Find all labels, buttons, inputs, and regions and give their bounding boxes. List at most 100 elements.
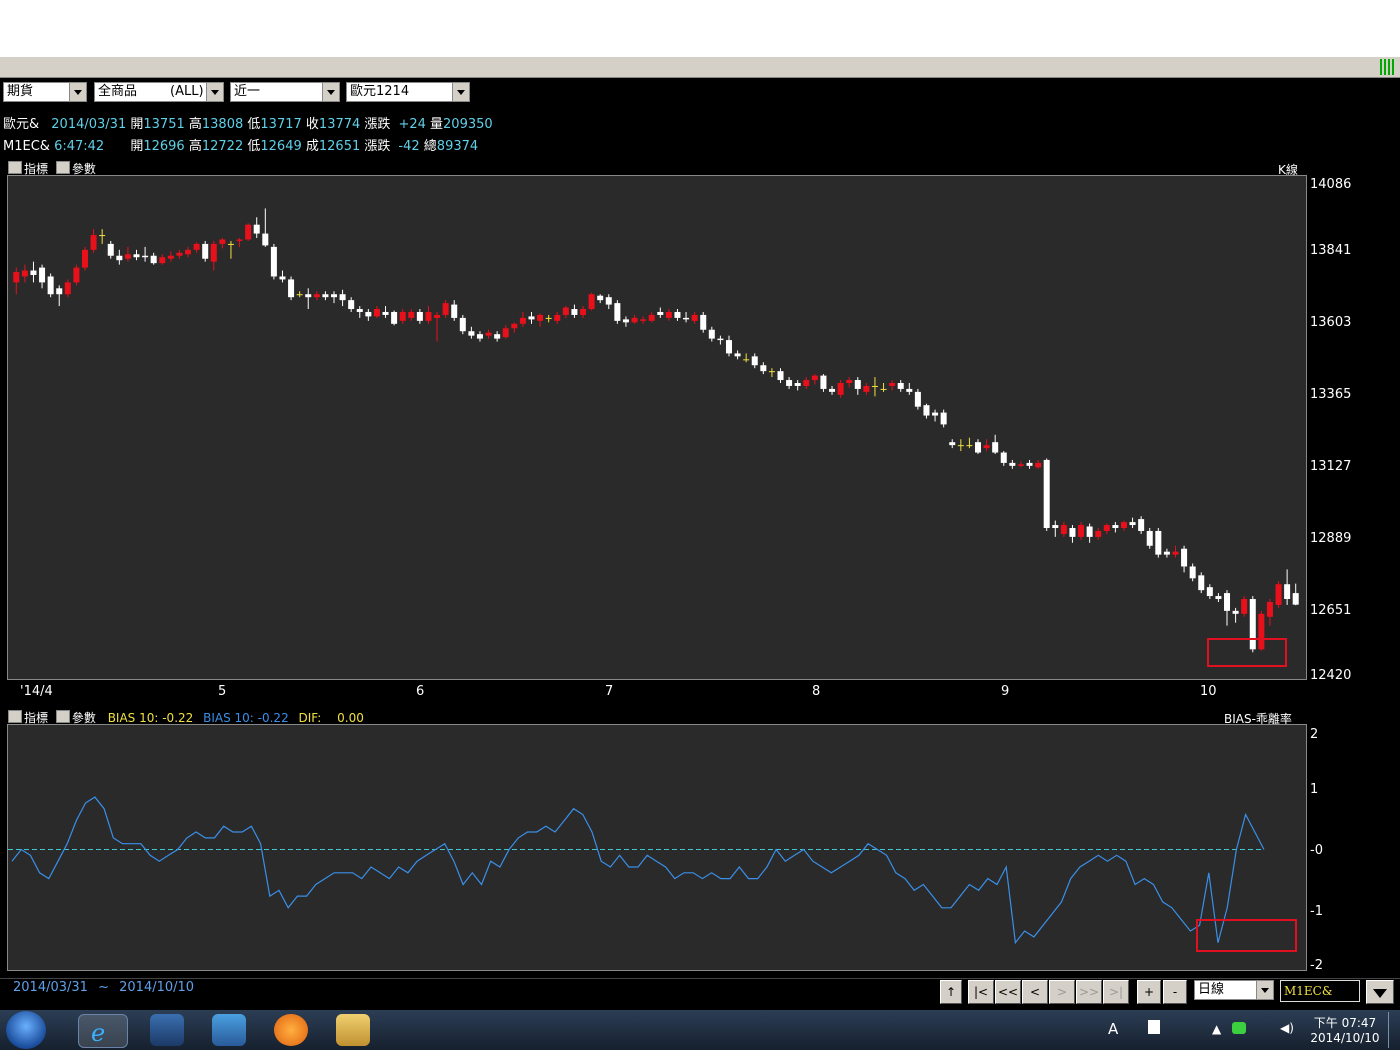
candle-body: [631, 317, 638, 323]
quote2-high-label: 高: [188, 139, 202, 154]
candle-body: [476, 334, 483, 339]
candle-body: [227, 243, 234, 245]
down-arrow-icon[interactable]: [55, 710, 70, 723]
tray-clock[interactable]: 下午 07:47 2014/10/10: [1310, 1014, 1380, 1045]
chevron-down-icon[interactable]: [452, 83, 469, 101]
candle-body: [932, 412, 939, 416]
candle-body: [1163, 551, 1170, 555]
candle-body: [90, 235, 97, 250]
candle-body: [1224, 593, 1231, 611]
back-button[interactable]: <: [1022, 980, 1048, 1004]
contract-select[interactable]: 歐元1214: [346, 82, 470, 102]
grip-icon[interactable]: [1380, 59, 1396, 75]
quote2-open: 12696: [143, 139, 185, 154]
fast-forward-button[interactable]: >>: [1076, 980, 1102, 1004]
candlestick-panel[interactable]: [7, 175, 1307, 680]
candle-body: [330, 294, 338, 298]
status-bar: [0, 978, 1400, 1009]
candle-body: [786, 380, 793, 386]
quote1-open-label: 開: [130, 117, 144, 132]
market-type-select[interactable]: 期貨: [3, 82, 87, 102]
bias-panel[interactable]: [7, 724, 1307, 971]
candle-body: [1284, 584, 1291, 600]
candle-body: [185, 249, 192, 255]
zoom-out-button[interactable]: -: [1163, 980, 1187, 1004]
quote1-name: 歐元&: [3, 117, 40, 132]
candle-body: [1146, 530, 1153, 546]
first-page-button[interactable]: |<: [968, 980, 994, 1004]
candle-body: [124, 254, 131, 259]
candle-body: [957, 445, 964, 447]
browser-icon[interactable]: e: [78, 1014, 128, 1048]
dif-legend-value: 0.00: [337, 711, 364, 725]
candle-body: [373, 309, 380, 317]
chevron-down-icon[interactable]: [69, 83, 86, 101]
quote2-time: 6:47:42: [54, 139, 105, 154]
tray-expand-icon[interactable]: ▲: [1212, 1022, 1221, 1036]
chevron-down-icon[interactable]: [322, 83, 339, 101]
bias-legend-1: BIAS 10: -0.22: [107, 711, 194, 725]
main-param-tab[interactable]: 參數: [72, 162, 96, 176]
scroll-top-button[interactable]: ↑: [940, 980, 962, 1004]
app-icon[interactable]: [212, 1014, 246, 1046]
forward-button[interactable]: >: [1049, 980, 1075, 1004]
candle-body: [1086, 526, 1093, 537]
up-arrow-icon[interactable]: [8, 161, 22, 174]
dropdown-button[interactable]: [1366, 980, 1394, 1004]
quote1-open: 13751: [143, 117, 185, 132]
quote1-low: 13717: [260, 117, 302, 132]
fast-back-button[interactable]: <<: [995, 980, 1021, 1004]
x-tick-label: '14/4: [20, 684, 53, 699]
start-icon[interactable]: [6, 1011, 46, 1049]
candle-body: [1241, 599, 1248, 614]
date-range-separator: ~: [98, 980, 109, 995]
candle-body: [597, 295, 604, 301]
period-select[interactable]: 日線: [1194, 980, 1274, 1000]
candle-body: [339, 294, 346, 301]
candle-body: [897, 383, 904, 389]
volume-icon[interactable]: ◀): [1280, 1021, 1294, 1035]
zoom-in-button[interactable]: +: [1137, 980, 1161, 1004]
x-tick-label: 7: [605, 684, 614, 699]
candle-body: [1266, 601, 1273, 617]
chevron-down-icon[interactable]: [206, 83, 223, 101]
folder-icon[interactable]: [336, 1014, 370, 1046]
candle-body: [313, 294, 320, 298]
down-arrow-icon[interactable]: [55, 161, 70, 174]
candle-body: [734, 353, 741, 357]
show-desktop-button[interactable]: [1388, 1012, 1399, 1048]
chevron-down-icon[interactable]: [1256, 981, 1273, 999]
line-icon[interactable]: [1232, 1022, 1246, 1034]
candle-body: [1181, 548, 1188, 567]
bias-y-tick: 1: [1310, 782, 1319, 797]
y-tick-label: 13603: [1310, 315, 1352, 330]
chat-app-icon[interactable]: [274, 1014, 308, 1046]
clock-date: 2014/10/10: [1310, 1031, 1380, 1045]
symbol-input[interactable]: M1EC&: [1280, 980, 1360, 1002]
title-bar: [0, 57, 1400, 78]
sub-indicator-tab[interactable]: 指標: [24, 711, 48, 725]
ime-icon[interactable]: A: [1108, 1020, 1118, 1038]
main-indicator-tab[interactable]: 指標: [24, 162, 48, 176]
contract-month-select[interactable]: 近一: [230, 82, 340, 102]
candle-body: [974, 442, 982, 453]
candle-body: [580, 309, 587, 315]
ie-icon: e: [91, 1019, 106, 1047]
candle-body: [691, 314, 698, 321]
up-arrow-icon[interactable]: [8, 710, 22, 723]
media-player-icon[interactable]: [150, 1014, 184, 1046]
candle-body: [683, 317, 690, 320]
last-page-button[interactable]: >|: [1103, 980, 1129, 1004]
candle-body: [150, 255, 157, 264]
product-category-select[interactable]: 全商品 (ALL): [94, 82, 224, 102]
candle-body: [219, 239, 226, 244]
keyboard-icon[interactable]: [1148, 1020, 1160, 1034]
candle-body: [399, 311, 406, 321]
candle-body: [30, 270, 37, 275]
candle-body: [416, 311, 423, 321]
y-tick-label: 13365: [1310, 387, 1352, 402]
candle-body: [502, 328, 509, 338]
candle-body: [1206, 587, 1213, 597]
sub-param-tab[interactable]: 參數: [72, 711, 96, 725]
candle-body: [854, 380, 861, 389]
